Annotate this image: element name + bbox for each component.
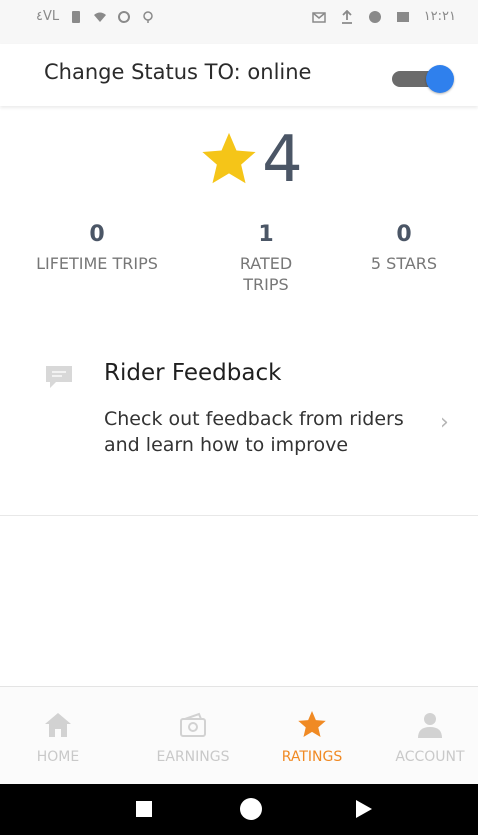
tab-label: ACCOUNT	[395, 749, 465, 765]
status-bar-left: ٤VL	[36, 9, 155, 24]
feedback-description: Check out feedback from riders and learn…	[104, 408, 404, 456]
online-status-toggle[interactable]	[392, 65, 454, 93]
stat-value: 1	[258, 222, 274, 247]
rating-display: 4	[198, 120, 303, 200]
bottom-tab-bar: HOME EARNINGS RATINGS ACCOUNT	[0, 686, 478, 785]
rider-feedback-item[interactable]: Rider Feedback Check out feedback from r…	[0, 350, 478, 516]
home-button-icon[interactable]	[240, 798, 262, 820]
chevron-right-icon: ›	[440, 410, 449, 435]
page-title: Change Status TO: online	[44, 60, 312, 84]
status-header: Change Status TO: online	[0, 44, 478, 106]
feedback-title: Rider Feedback	[104, 360, 282, 386]
sim-icon	[72, 10, 81, 23]
tab-label: EARNINGS	[156, 749, 230, 765]
location-icon	[143, 10, 153, 23]
stat-label: 5 STARS	[370, 254, 438, 273]
tab-label: HOME	[36, 749, 80, 765]
tab-label: RATINGS	[281, 749, 343, 765]
system-nav-bar	[0, 784, 478, 835]
gmail-icon	[311, 11, 326, 23]
tab-home[interactable]: HOME	[3, 687, 113, 785]
tab-earnings[interactable]: EARNINGS	[138, 687, 248, 785]
stat-lifetime-trips: 0 LIFETIME TRIPS	[24, 222, 170, 274]
recents-icon[interactable]	[136, 801, 152, 817]
stat-five-stars: 0 5 STARS	[346, 222, 462, 274]
star-icon	[298, 711, 326, 737]
stat-label: LIFETIME TRIPS	[36, 254, 158, 273]
tab-ratings[interactable]: RATINGS	[257, 687, 367, 785]
stat-value: 0	[89, 222, 105, 247]
status-bar-right: ١٢:٢١	[311, 9, 456, 24]
status-bar: ٤VL ١٢:٢١	[0, 0, 478, 44]
stat-rated-trips: 1 RATED TRIPS	[216, 222, 316, 295]
rating-value: 4	[262, 123, 303, 197]
back-icon[interactable]	[356, 800, 372, 818]
data-saver-icon	[118, 10, 131, 23]
wifi-icon	[94, 12, 107, 22]
upload-icon	[341, 9, 352, 24]
image-icon	[396, 11, 409, 22]
stat-value: 0	[396, 222, 412, 247]
chat-bubble-icon	[46, 366, 72, 388]
carrier-text: ٤VL	[36, 9, 60, 24]
toggle-knob	[426, 65, 454, 93]
tab-account[interactable]: ACCOUNT	[375, 687, 478, 785]
home-icon	[45, 713, 71, 737]
clock: ١٢:٢١	[423, 9, 456, 24]
stat-label: RATED TRIPS	[239, 254, 293, 294]
person-icon	[418, 713, 442, 738]
rating-star-icon	[202, 132, 256, 184]
messenger-icon	[368, 10, 381, 23]
wallet-icon	[180, 712, 206, 737]
